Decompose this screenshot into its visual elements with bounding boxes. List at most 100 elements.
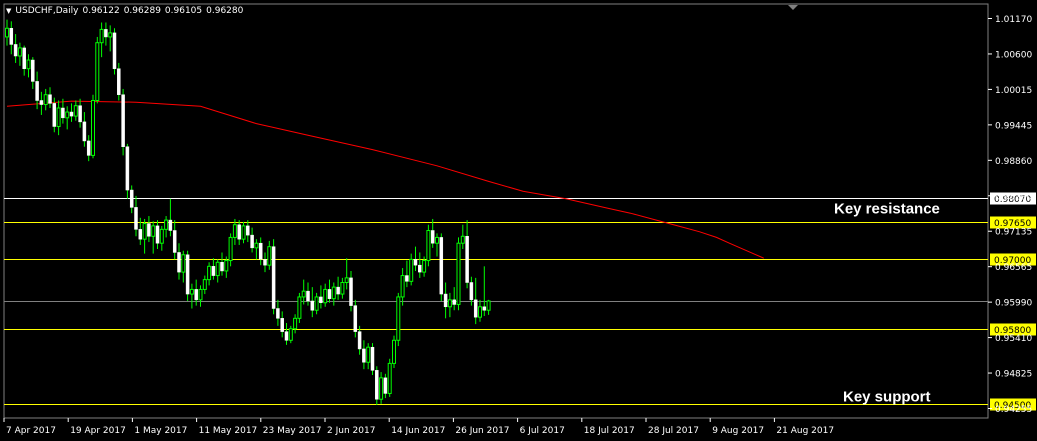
candle-body bbox=[486, 300, 491, 311]
y-tick-label: 1.00600 bbox=[995, 50, 1032, 60]
candle-body bbox=[95, 42, 100, 101]
x-tick-label: 21 Aug 2017 bbox=[776, 426, 834, 436]
candle-body bbox=[13, 44, 18, 57]
candle-body bbox=[422, 260, 427, 273]
y-tick-label: 0.95990 bbox=[995, 299, 1032, 309]
candle-body bbox=[409, 258, 414, 282]
candle-body bbox=[370, 346, 375, 371]
x-tick-label: 26 Jun 2017 bbox=[455, 426, 509, 436]
candle-body bbox=[134, 207, 138, 230]
candle-body bbox=[379, 377, 384, 400]
candle-body bbox=[99, 28, 104, 44]
candle-body bbox=[439, 237, 444, 295]
candle-body bbox=[456, 242, 461, 305]
x-tick-label: 23 May 2017 bbox=[263, 426, 322, 436]
candle-body bbox=[297, 296, 302, 319]
candle-body bbox=[473, 299, 478, 318]
candle-body bbox=[392, 339, 396, 364]
y-tick-label: 1.01170 bbox=[995, 15, 1032, 25]
candle-body bbox=[271, 246, 276, 309]
price-chart[interactable]: 0.980700.976500.970000.958000.945001.011… bbox=[0, 0, 1037, 441]
candle-body bbox=[306, 290, 310, 302]
candle-body bbox=[288, 328, 293, 341]
candle-body bbox=[82, 121, 87, 142]
candle-body bbox=[172, 230, 177, 253]
candle-body bbox=[293, 317, 298, 330]
candle-body bbox=[319, 296, 323, 303]
candle-body bbox=[129, 189, 134, 208]
candle-body bbox=[22, 47, 26, 69]
x-tick-label: 11 May 2017 bbox=[199, 426, 258, 436]
candle-body bbox=[310, 300, 315, 311]
candle-body bbox=[181, 254, 186, 273]
candle-body bbox=[168, 219, 173, 231]
candle-body bbox=[224, 260, 229, 272]
candle-body bbox=[301, 290, 306, 298]
candle-body bbox=[177, 252, 181, 273]
y-tick-label: 1.00015 bbox=[995, 86, 1032, 96]
x-tick-label: 14 Jun 2017 bbox=[391, 426, 445, 436]
y-tick-label: 0.94255 bbox=[995, 405, 1032, 415]
candle-body bbox=[250, 234, 254, 249]
candle-body bbox=[452, 299, 456, 305]
x-tick-label: 2 Jun 2017 bbox=[327, 426, 375, 436]
candle-body bbox=[426, 230, 431, 262]
x-tick-label: 1 May 2017 bbox=[134, 426, 187, 436]
candle-body bbox=[387, 362, 392, 394]
y-tick-label: 0.98860 bbox=[995, 157, 1032, 167]
candle-body bbox=[151, 225, 156, 237]
x-tick-label: 19 Apr 2017 bbox=[70, 426, 126, 436]
candle-body bbox=[443, 293, 448, 308]
candle-body bbox=[349, 277, 353, 306]
candle-body bbox=[465, 236, 469, 283]
candle-body bbox=[220, 262, 224, 272]
x-tick-label: 7 Apr 2017 bbox=[6, 426, 56, 436]
candle-body bbox=[194, 289, 198, 301]
candle-body bbox=[469, 282, 474, 301]
candle-body bbox=[383, 377, 388, 394]
candle-body bbox=[185, 254, 190, 295]
x-tick-label: 6 Jul 2017 bbox=[520, 426, 565, 436]
candle-body bbox=[353, 305, 358, 332]
candle-body bbox=[48, 94, 52, 104]
y-tick-label: 0.94825 bbox=[995, 370, 1032, 380]
candle-body bbox=[280, 318, 284, 332]
key-support-label: Key support bbox=[843, 388, 931, 405]
y-tick-label: 0.95410 bbox=[995, 334, 1032, 344]
candle-body bbox=[258, 242, 263, 260]
candle-body bbox=[78, 105, 82, 123]
x-tick-label: 9 Aug 2017 bbox=[712, 426, 764, 436]
candle-body bbox=[26, 59, 31, 70]
candle-body bbox=[39, 100, 44, 105]
candle-body bbox=[284, 331, 289, 341]
candle-body bbox=[435, 236, 439, 244]
candle-body bbox=[336, 286, 340, 295]
candle-body bbox=[17, 47, 22, 57]
candle-body bbox=[228, 236, 233, 262]
candle-body bbox=[276, 308, 280, 319]
candle-body bbox=[418, 264, 422, 273]
candle-body bbox=[52, 103, 57, 127]
candle-body bbox=[430, 230, 435, 244]
candle-body bbox=[207, 265, 212, 281]
shift-marker-icon[interactable] bbox=[788, 5, 798, 10]
y-tick-label: 0.98290 bbox=[995, 192, 1032, 202]
candle-body bbox=[56, 107, 61, 127]
candle-body bbox=[323, 288, 328, 304]
moving-average-line bbox=[6, 100, 764, 259]
candle-body bbox=[125, 146, 130, 191]
candle-body bbox=[121, 94, 125, 147]
candle-body bbox=[327, 289, 332, 299]
candle-body bbox=[263, 259, 267, 266]
candle-body bbox=[142, 223, 147, 240]
candle-body bbox=[5, 27, 9, 38]
candle-body bbox=[375, 370, 379, 400]
candle-body bbox=[155, 225, 160, 244]
candle-body bbox=[164, 219, 169, 230]
candle-body bbox=[344, 277, 349, 284]
candle-body bbox=[189, 288, 194, 295]
candle-body bbox=[314, 296, 319, 311]
candle-body bbox=[331, 286, 336, 300]
candle-body bbox=[478, 306, 482, 318]
candle-body bbox=[400, 275, 405, 298]
